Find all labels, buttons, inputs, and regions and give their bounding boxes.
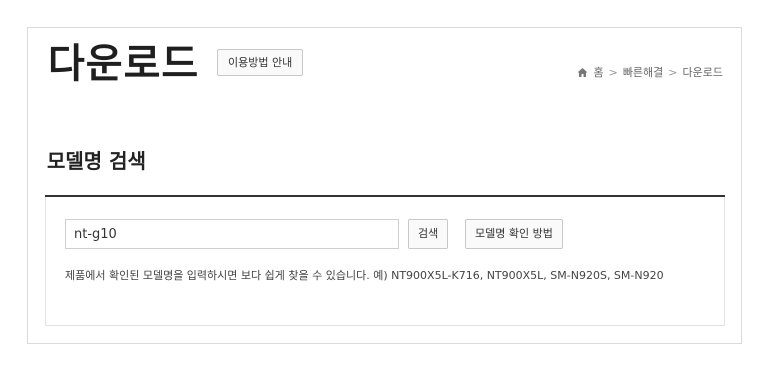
breadcrumb: 홈 > 빠른해결 > 다운로드 xyxy=(577,64,723,80)
breadcrumb-separator: > xyxy=(668,65,678,79)
home-icon[interactable] xyxy=(577,67,588,78)
model-search-panel: 검색 모델명 확인 방법 제품에서 확인된 모델명을 입력하시면 보다 쉽게 찾… xyxy=(45,197,725,326)
download-card: 다운로드 이용방법 안내 홈 > 빠른해결 > 다운로드 모델명 검색 검색 모… xyxy=(27,27,742,344)
breadcrumb-separator: > xyxy=(608,65,618,79)
model-search-heading: 모델명 검색 xyxy=(47,149,146,173)
search-hint-text: 제품에서 확인된 모델명을 입력하시면 보다 쉽게 찾을 수 있습니다. 예) … xyxy=(65,269,664,282)
breadcrumb-quick-fix[interactable]: 빠른해결 xyxy=(623,64,663,80)
breadcrumb-download[interactable]: 다운로드 xyxy=(683,64,723,80)
usage-guide-button[interactable]: 이용방법 안내 xyxy=(217,49,304,76)
model-search-input[interactable] xyxy=(65,219,399,249)
breadcrumb-home[interactable]: 홈 xyxy=(593,64,603,80)
model-check-method-button[interactable]: 모델명 확인 방법 xyxy=(465,219,563,249)
page-title: 다운로드 xyxy=(48,41,200,87)
search-button[interactable]: 검색 xyxy=(408,219,449,249)
